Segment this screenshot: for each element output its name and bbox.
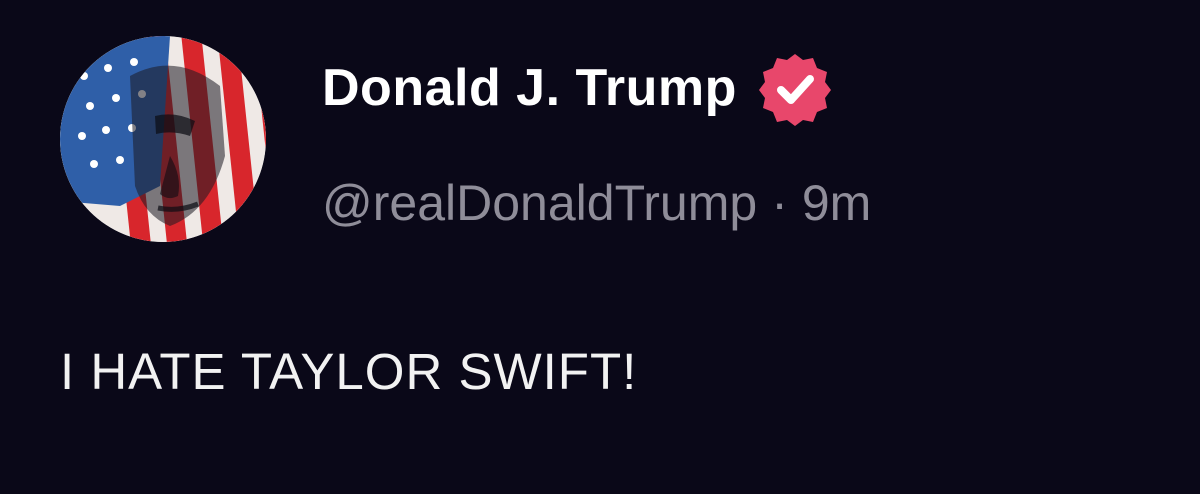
- flag-portrait-avatar-icon: [60, 36, 266, 242]
- meta-separator: ·: [771, 175, 788, 231]
- post-timestamp[interactable]: 9m: [802, 174, 871, 232]
- author-handle[interactable]: @realDonaldTrump: [322, 174, 757, 232]
- post-body-text: I HATE TAYLOR SWIFT!: [60, 343, 638, 400]
- author-name-row: Donald J. Trump: [322, 52, 835, 126]
- post-card[interactable]: Donald J. Trump @realDonaldTrump · 9m I …: [0, 0, 1200, 494]
- verified-badge-icon: [758, 54, 831, 126]
- author-meta-row: @realDonaldTrump · 9m: [322, 168, 871, 238]
- avatar[interactable]: [60, 36, 266, 242]
- author-display-name[interactable]: Donald J. Trump: [322, 58, 737, 118]
